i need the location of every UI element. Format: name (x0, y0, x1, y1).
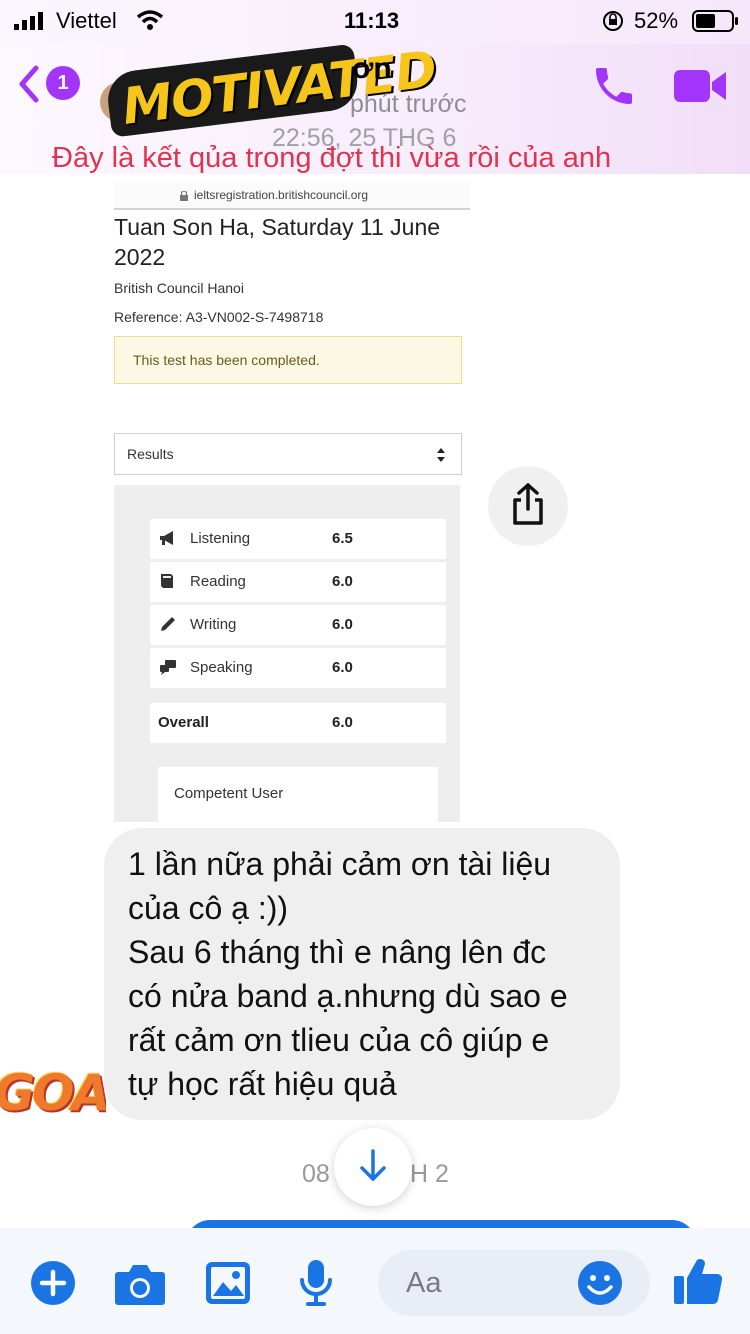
score-row-writing: Writing 6.0 (150, 605, 446, 645)
browser-url-bar: ieltsregistration.britishcouncil.org (114, 182, 470, 210)
share-icon (513, 483, 543, 525)
orientation-lock-icon (603, 11, 623, 31)
skill-score: 6.5 (332, 530, 353, 547)
score-row-speaking: Speaking 6.0 (150, 648, 446, 688)
input-placeholder: Aa (406, 1267, 442, 1299)
book-icon (161, 574, 173, 588)
message-line: rất cảm ơn tlieu của cô giúp e (128, 1022, 550, 1058)
camera-icon[interactable] (114, 1262, 166, 1306)
overall-score: 6.0 (332, 714, 353, 731)
image-attachment[interactable]: ieltsregistration.britishcouncil.org Tua… (104, 182, 480, 822)
arrow-down-icon (360, 1149, 386, 1181)
booking-title-line2: 2022 (114, 244, 166, 270)
message-caption: Đây là kết qủa trong đợt thi vừa rồi của… (52, 142, 612, 174)
composer-bar: Aa (0, 1228, 750, 1334)
signal-icon (14, 12, 43, 30)
photo-gallery-icon[interactable] (204, 1260, 252, 1306)
clock: 11:13 (344, 8, 400, 33)
message-line: có nửa band ạ.nhưng dù sao e (128, 978, 568, 1014)
active-status: phút trước (350, 90, 467, 118)
status-bar: Viettel 11:13 52% (0, 0, 750, 44)
share-button[interactable] (488, 466, 568, 546)
message-input[interactable]: Aa (378, 1250, 650, 1316)
message-line: Sau 6 tháng thì e nâng lên đc (128, 934, 547, 970)
chevron-left-icon (19, 65, 39, 103)
battery-percent: 52% (634, 8, 679, 33)
message-line: của cô ạ :)) (128, 890, 289, 926)
speech-bubbles-icon (160, 660, 176, 675)
date-divider-left: 08 (302, 1160, 330, 1188)
microphone-icon[interactable] (298, 1258, 334, 1308)
goals-sticker: GOALS (0, 1064, 106, 1122)
score-row-listening: Listening 6.5 (150, 519, 446, 559)
url-text: ieltsregistration.britishcouncil.org (194, 188, 369, 202)
skill-score: 6.0 (332, 659, 353, 676)
wifi-icon (136, 10, 164, 30)
band-descriptor-box: Competent User (158, 767, 438, 822)
message-line: tự học rất hiệu quả (128, 1066, 397, 1102)
emoji-icon[interactable] (576, 1259, 624, 1307)
phone-call-icon[interactable] (590, 62, 638, 110)
skill-label: Listening (190, 530, 251, 547)
unread-badge: 1 (46, 66, 80, 100)
results-select[interactable]: Results (114, 433, 462, 475)
battery-icon (692, 10, 738, 32)
band-descriptor: Competent User (174, 785, 284, 802)
megaphone-icon (160, 531, 173, 545)
reference-number: Reference: A3-VN002-S-7498718 (114, 309, 324, 325)
select-value: Results (127, 446, 174, 462)
skill-label: Speaking (190, 659, 253, 676)
overall-label: Overall (158, 714, 209, 731)
carrier-label: Viettel (56, 8, 117, 33)
lock-icon (180, 191, 188, 201)
back-button[interactable]: 1 (16, 62, 86, 106)
skill-score: 6.0 (332, 616, 353, 633)
date-divider-right: H 2 (410, 1160, 449, 1188)
skill-label: Reading (190, 573, 246, 590)
test-centre: British Council Hanoi (114, 280, 244, 296)
notice-text: This test has been completed. (133, 352, 320, 368)
message-bubble[interactable]: 1 lần nữa phải cảm ơn tài liệu của cô ạ … (104, 828, 620, 1120)
booking-title-line1: Tuan Son Ha, Saturday 11 June (114, 214, 441, 240)
video-call-icon[interactable] (672, 66, 728, 106)
pencil-icon (161, 617, 175, 631)
message-line: 1 lần nữa phải cảm ơn tài liệu (128, 846, 552, 882)
completion-notice: This test has been completed. (114, 336, 462, 384)
select-arrows-icon (437, 448, 445, 462)
score-row-overall: Overall 6.0 (150, 703, 446, 743)
skill-score: 6.0 (332, 573, 353, 590)
thumbs-up-icon[interactable] (672, 1256, 724, 1306)
contact-name[interactable]: ơn (352, 52, 392, 86)
scroll-to-bottom-button[interactable] (334, 1128, 412, 1206)
results-panel: Listening 6.5 Reading 6.0 Writing 6.0 Sp… (114, 485, 460, 822)
score-row-reading: Reading 6.0 (150, 562, 446, 602)
plus-icon[interactable] (30, 1260, 76, 1306)
skill-label: Writing (190, 616, 237, 633)
